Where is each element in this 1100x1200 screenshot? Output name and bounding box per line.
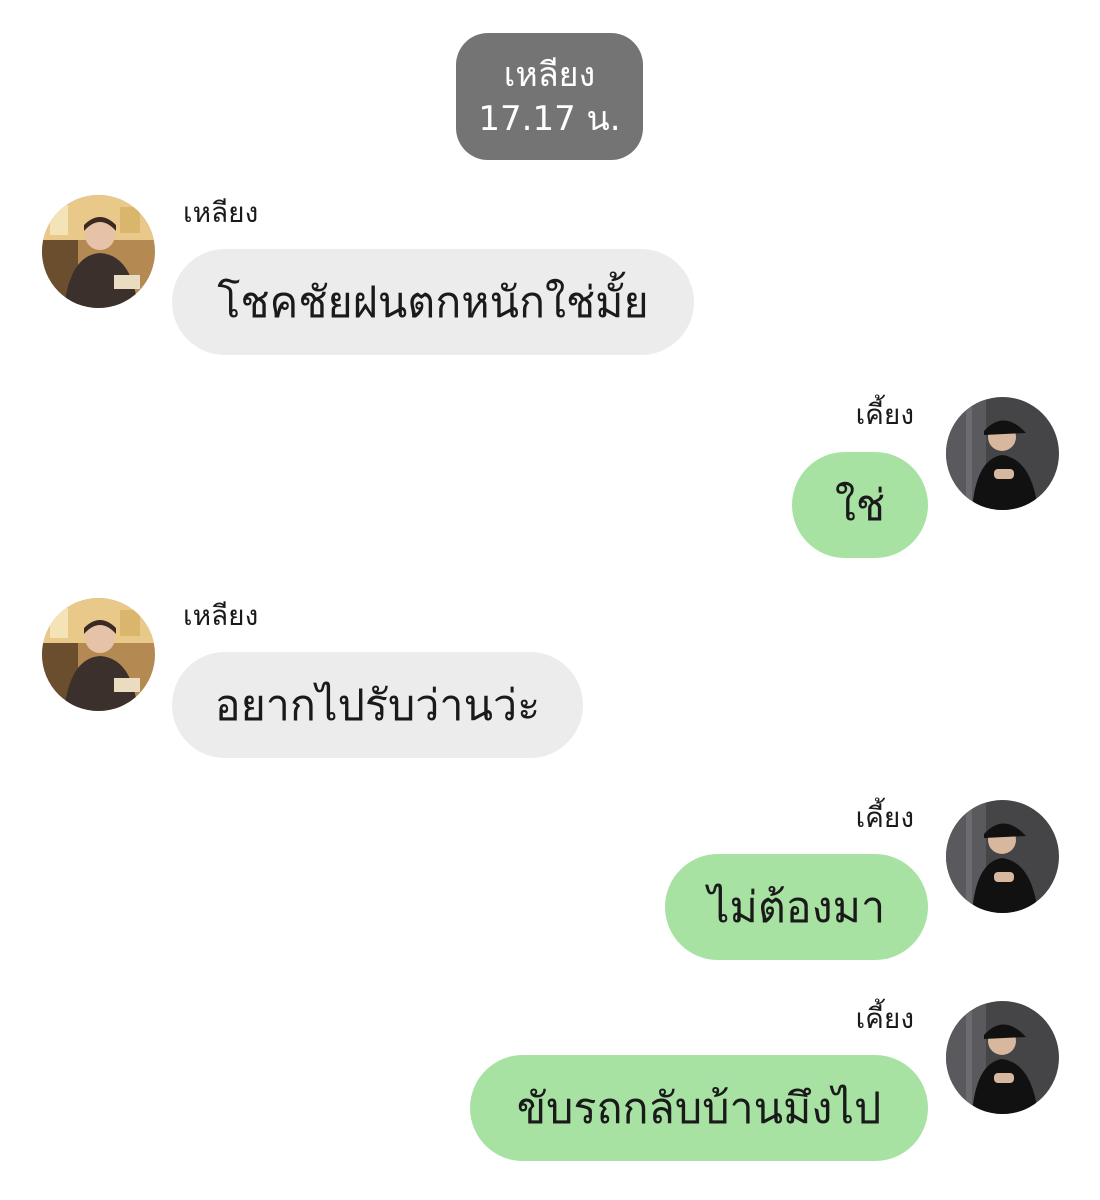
message-text: อยากไปรับว่านว่ะ — [214, 681, 541, 731]
sender-name: เหลียง — [183, 599, 259, 632]
sender-avatar-icon[interactable] — [946, 397, 1059, 510]
sender-name: เคี้ยง — [855, 801, 914, 834]
sender-avatar-icon[interactable] — [42, 598, 155, 711]
sender-avatar-icon[interactable] — [946, 1001, 1059, 1114]
chat-header-pill: เหลียง 17.17 น. — [456, 33, 643, 160]
sender-name: เคี้ยง — [855, 398, 914, 431]
timestamp: 17.17 น. — [478, 98, 621, 139]
message-text: ไม่ต้องมา — [707, 883, 886, 933]
message-bubble[interactable]: โชคชัยฝนตกหนักใช่มั้ย — [172, 249, 694, 355]
message-text: ขับรถกลับบ้านมึงไป — [516, 1084, 882, 1134]
chat-partner-name: เหลียง — [503, 54, 596, 95]
message-text: ใช่ — [834, 481, 886, 531]
profile-photo-icon — [946, 1001, 1059, 1114]
message-text: โชคชัยฝนตกหนักใช่มั้ย — [217, 278, 649, 328]
profile-photo-icon — [42, 598, 155, 711]
profile-photo-icon — [946, 800, 1059, 913]
message-bubble[interactable]: อยากไปรับว่านว่ะ — [172, 652, 583, 758]
sender-name: เคี้ยง — [855, 1002, 914, 1035]
message-bubble[interactable]: ขับรถกลับบ้านมึงไป — [470, 1055, 928, 1161]
profile-photo-icon — [946, 397, 1059, 510]
message-bubble[interactable]: ไม่ต้องมา — [665, 854, 928, 960]
profile-photo-icon — [42, 195, 155, 308]
message-bubble[interactable]: ใช่ — [792, 452, 928, 558]
sender-name: เหลียง — [183, 196, 259, 229]
sender-avatar-icon[interactable] — [946, 800, 1059, 913]
sender-avatar-icon[interactable] — [42, 195, 155, 308]
